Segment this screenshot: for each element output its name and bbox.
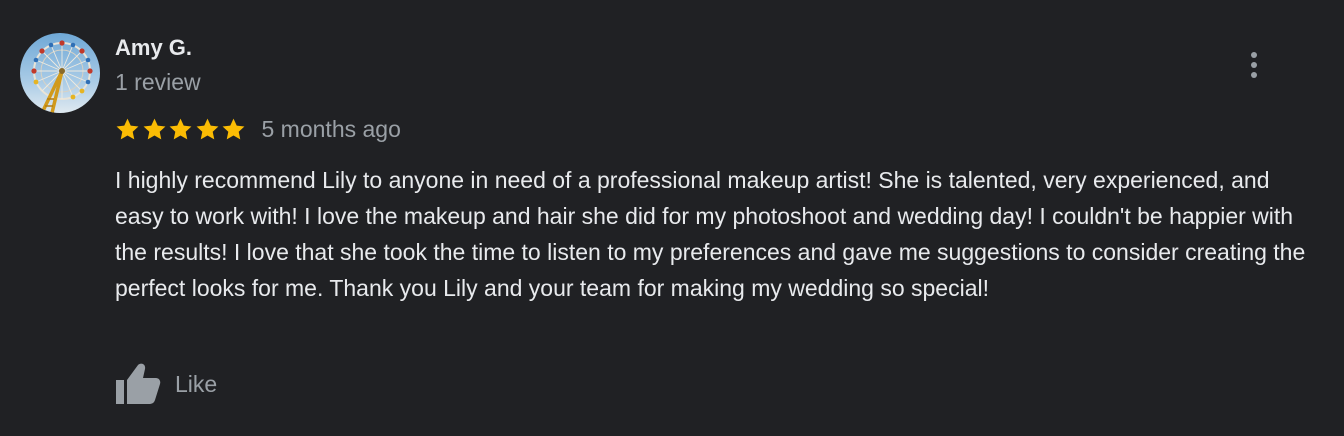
like-button[interactable]: Like [113, 362, 217, 406]
thumb-up-icon [116, 363, 161, 404]
avatar[interactable] [20, 33, 100, 113]
rating-row: 5 months ago [115, 114, 401, 144]
author-name[interactable]: Amy G. [115, 34, 192, 62]
star-icon [221, 117, 246, 142]
star-icon [168, 117, 193, 142]
review-count: 1 review [115, 69, 201, 95]
like-label: Like [175, 371, 218, 397]
review-date: 5 months ago [261, 116, 401, 142]
star-icon [115, 117, 140, 142]
review-text: I highly recommend Lily to anyone in nee… [115, 167, 1306, 301]
more-options-button[interactable] [1236, 46, 1272, 86]
star-icon [142, 117, 167, 142]
more-vert-icon [1251, 52, 1257, 78]
star-icon [195, 117, 220, 142]
review-card: Amy G. 1 review 5 months ago I highly re… [0, 0, 1344, 436]
ferris-wheel-avatar-image [20, 33, 100, 113]
star-rating [115, 117, 248, 142]
